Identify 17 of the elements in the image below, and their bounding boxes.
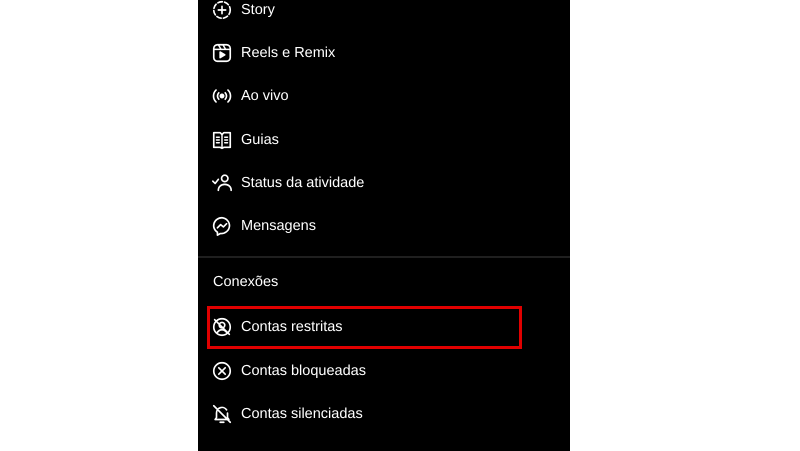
menu-item[interactable]: Guias (241, 132, 279, 148)
section-heading: Conexões (213, 274, 278, 290)
menu-item[interactable]: Contas silenciadas (241, 406, 363, 422)
person-check-icon (211, 172, 233, 194)
menu-item[interactable]: Contas restritas (241, 319, 343, 336)
menu-item[interactable]: Ao vivo (241, 88, 289, 104)
plus-circle-icon (211, 0, 233, 21)
messenger-icon (211, 215, 233, 238)
muted-bell-icon (211, 403, 233, 426)
menu-item[interactable]: Reels e Remix (241, 44, 336, 61)
menu-item[interactable]: Mensagens (241, 218, 316, 234)
reels-icon (211, 42, 233, 64)
menu-item[interactable]: Status da atividade (241, 174, 364, 191)
menu-item[interactable]: Story (241, 2, 275, 18)
restricted-user-icon (211, 316, 233, 338)
blocked-icon (211, 360, 233, 382)
menu-item[interactable]: Contas bloqueadas (241, 362, 366, 379)
